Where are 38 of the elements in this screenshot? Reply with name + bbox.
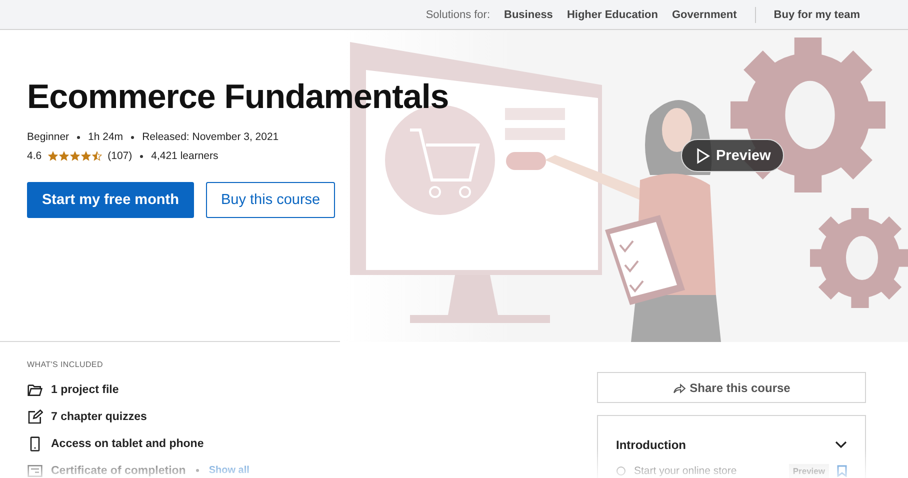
included-item: Access on tablet and phone <box>51 438 204 450</box>
rating-value: 4.6 <box>27 150 42 162</box>
separator-dot <box>77 136 80 138</box>
certificate-icon <box>27 462 43 478</box>
star-icon <box>80 151 91 161</box>
course-title: Ecommerce Fundamentals <box>27 78 450 117</box>
separator-dot <box>131 136 134 138</box>
included-item: Certificate of completion <box>51 464 186 476</box>
star-icon <box>92 151 102 161</box>
preview-button[interactable]: Preview <box>681 139 784 172</box>
included-item: 1 project file <box>51 384 119 396</box>
share-button[interactable]: Share this course <box>597 372 866 403</box>
separator-dot <box>140 154 144 158</box>
star-icon <box>58 151 69 161</box>
section-heading: WHAT'S INCLUDED <box>27 360 104 369</box>
chevron-icon <box>835 441 847 449</box>
buy-course-button[interactable]: Buy this course <box>206 182 336 218</box>
buy-for-team-link[interactable]: Buy for my team <box>774 8 860 20</box>
review-count: (107) <box>108 150 132 162</box>
learner-count: 4,421 learners <box>151 150 218 162</box>
star-icon <box>48 151 58 161</box>
play-icon <box>696 148 710 164</box>
nav-link[interactable]: Business <box>504 8 553 20</box>
chapter-toggle[interactable]: Introduction <box>616 438 847 452</box>
nav-link[interactable]: Higher Education <box>566 8 658 20</box>
free-month-button[interactable]: Start my free month <box>27 182 194 218</box>
nav-link[interactable]: Government <box>672 8 737 20</box>
folder-icon <box>27 382 43 398</box>
separator-dot <box>196 469 199 472</box>
course-meta: Beginner <box>27 131 70 143</box>
preview-badge: Preview <box>788 464 829 478</box>
solutions-label: Solutions for: <box>426 8 490 20</box>
course-meta: Released: November 3, 2021 <box>142 131 279 143</box>
included-item: 7 chapter quizzes <box>51 410 147 422</box>
bookmark-icon[interactable] <box>837 465 847 477</box>
share-arrow-icon <box>672 382 686 394</box>
star-icon <box>70 151 80 161</box>
course-meta: 1h 24m <box>88 131 124 143</box>
